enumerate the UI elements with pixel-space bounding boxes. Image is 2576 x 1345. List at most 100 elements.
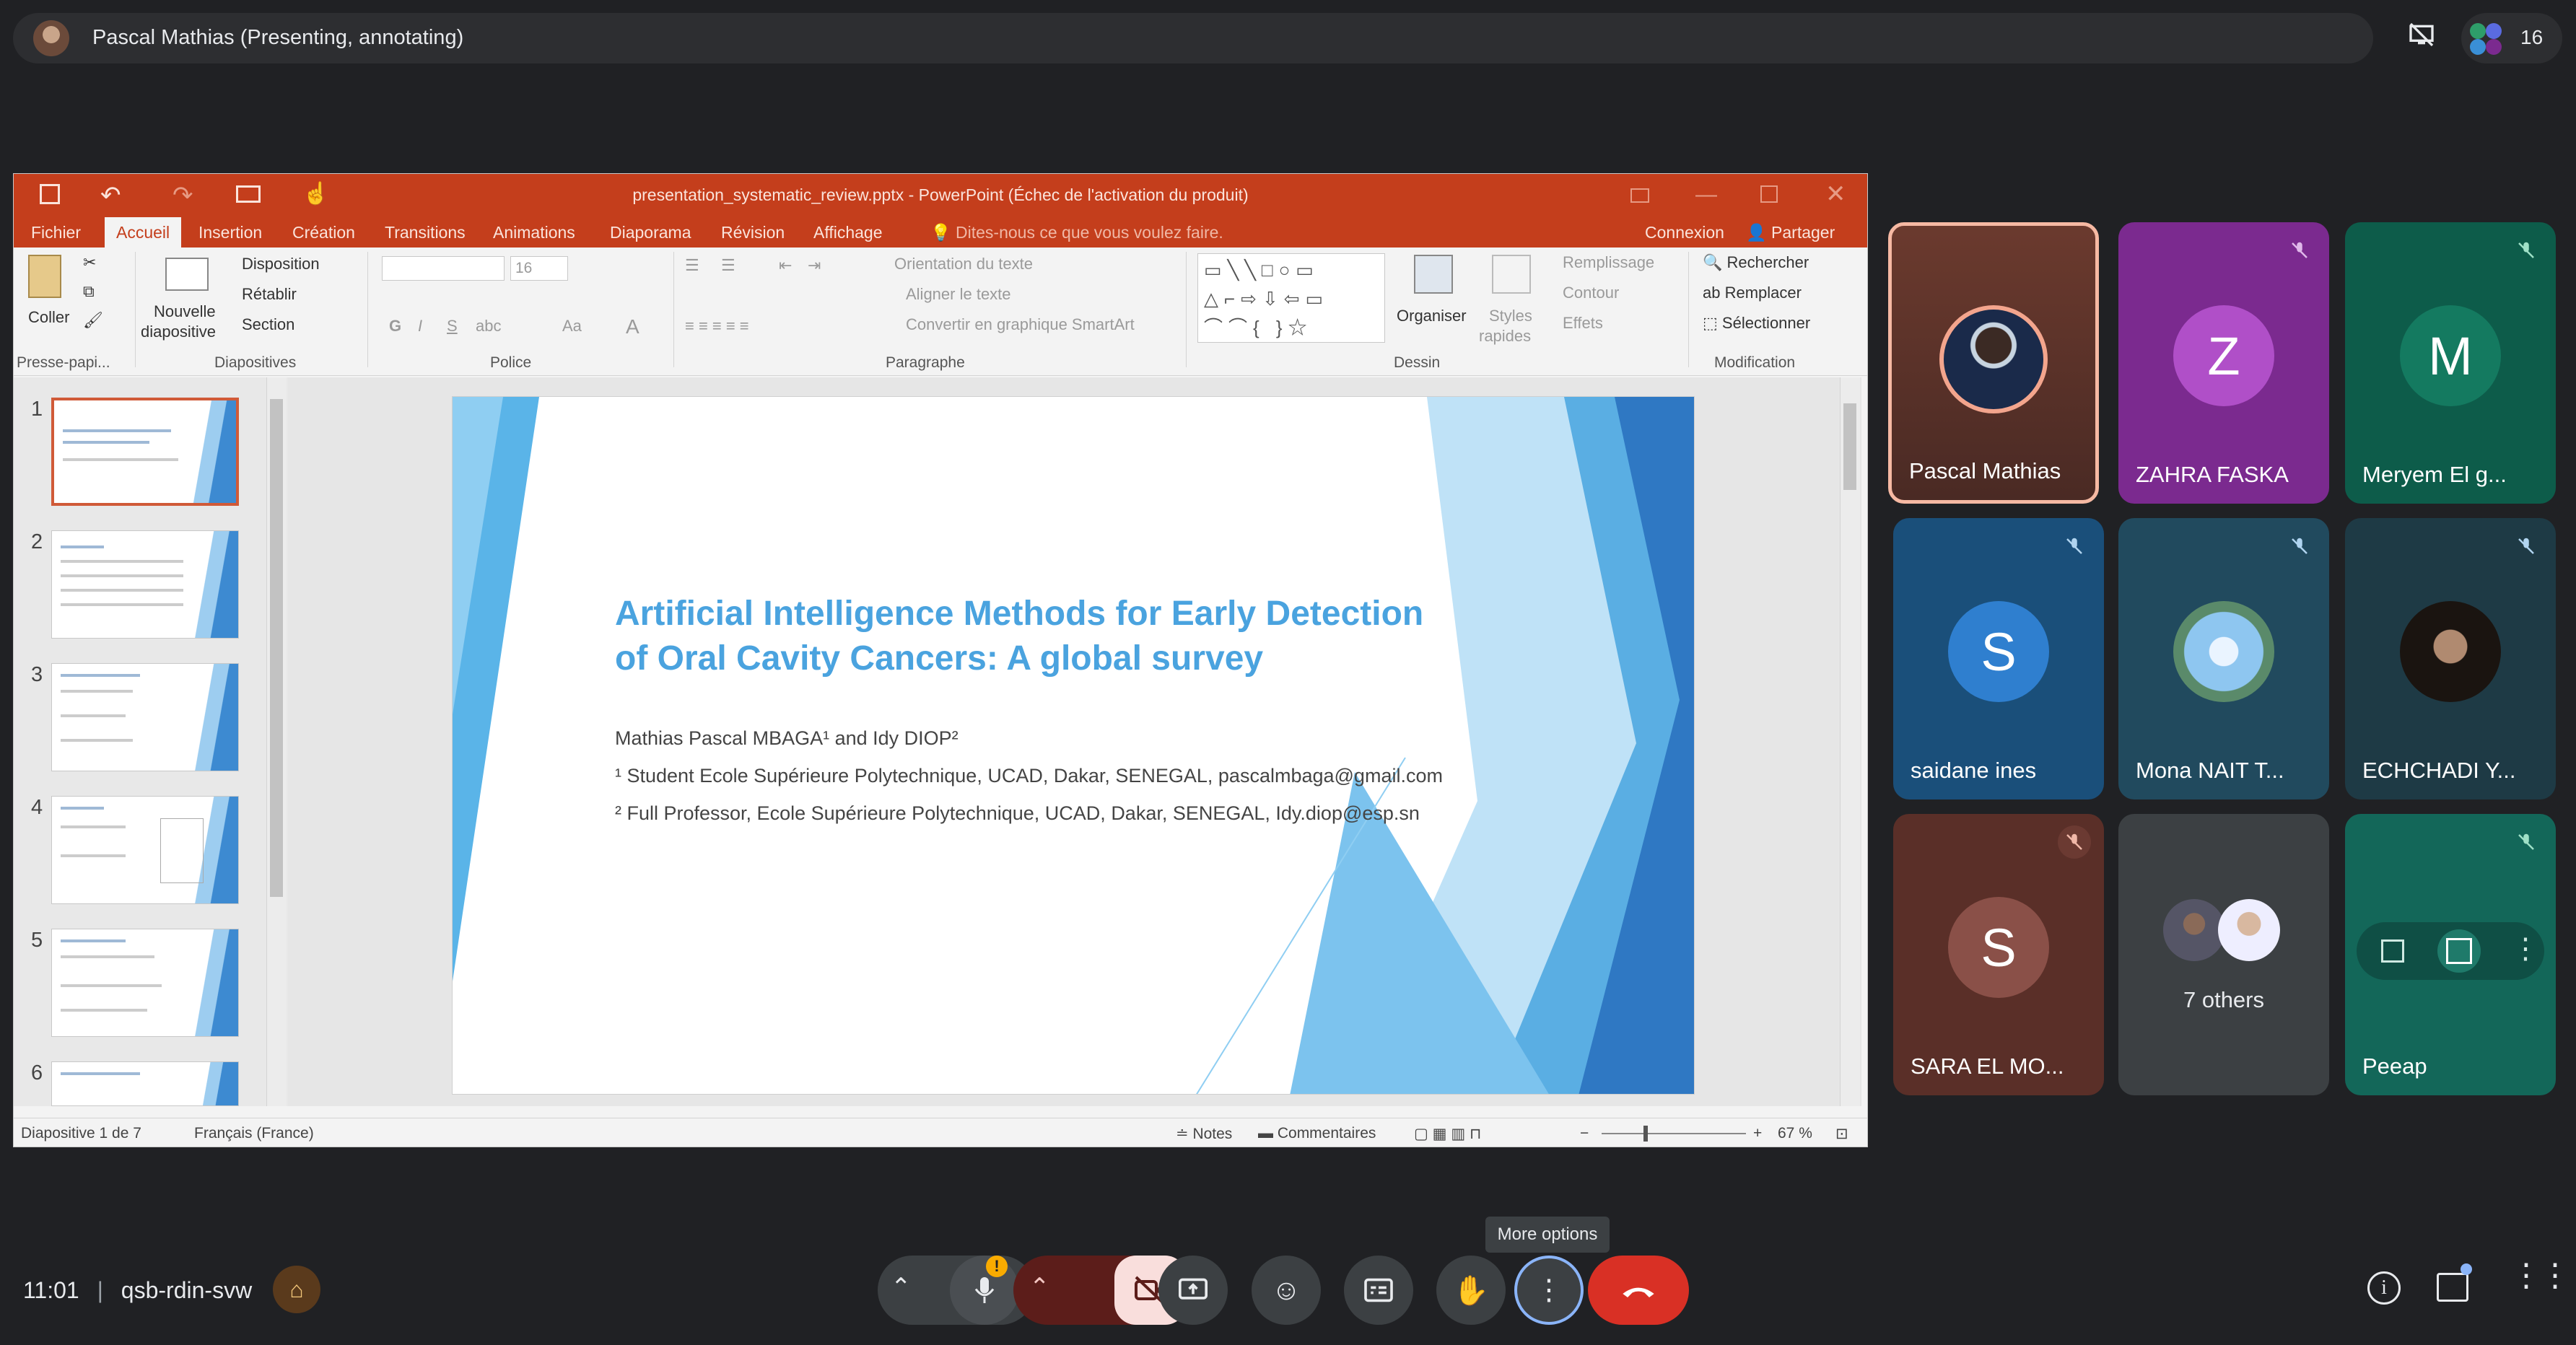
fit-slide-icon[interactable]: ⊡ (1835, 1125, 1848, 1143)
quick-styles-label-1[interactable]: Styles (1489, 307, 1532, 325)
scroll-thumb[interactable] (1843, 403, 1856, 490)
reset-button[interactable]: Rétablir (242, 285, 297, 304)
current-slide[interactable]: Artificial Intelligence Methods for Earl… (452, 396, 1695, 1095)
indent-icon[interactable]: ⇤ (779, 256, 792, 275)
tab-creation[interactable]: Création (292, 223, 355, 242)
scroll-thumb[interactable] (270, 399, 283, 897)
find-button[interactable]: 🔍 Rechercher (1703, 253, 1809, 272)
shapes-gallery[interactable]: ▭╲╲□○▭ △⌐⇨⇩⇦▭ ⌒⌒{ }☆ (1197, 253, 1385, 343)
language-indicator[interactable]: Français (France) (194, 1125, 314, 1142)
bold-button[interactable]: G (389, 317, 401, 336)
layout-button[interactable]: Disposition (242, 255, 320, 273)
tell-me-input[interactable]: 💡 Dites-nous ce que vous voulez faire. (930, 223, 1223, 242)
quick-styles-icon[interactable] (1492, 255, 1531, 294)
present-button[interactable] (1158, 1256, 1228, 1325)
tab-revision[interactable]: Révision (721, 223, 785, 242)
ribbon-options-icon[interactable] (1630, 188, 1649, 203)
participant-tile[interactable]: ECHCHADI Y... (2345, 518, 2556, 799)
participant-tile[interactable]: Pascal Mathias (1888, 222, 2099, 504)
reactions-button[interactable]: ☺ (1252, 1256, 1321, 1325)
tab-insertion[interactable]: Insertion (198, 223, 262, 242)
slide-thumbnail-4[interactable] (51, 796, 239, 904)
thumbnails-scrollbar[interactable] (266, 377, 287, 1106)
strike-button[interactable]: abc (476, 317, 501, 336)
comments-button[interactable]: ▬ Commentaires (1258, 1125, 1376, 1142)
info-icon[interactable]: i (2367, 1271, 2401, 1305)
bullets-icon[interactable]: ☰ (685, 256, 699, 275)
frame-icon[interactable] (2381, 939, 2404, 963)
zoom-level[interactable]: 67 % (1778, 1125, 1812, 1142)
participant-tile[interactable]: Z ZAHRA FASKA (2118, 222, 2329, 504)
new-slide-label-1[interactable]: Nouvelle (154, 302, 216, 321)
arrange-button[interactable]: Organiser (1397, 307, 1467, 325)
door-icon[interactable]: ⌂ (273, 1266, 320, 1313)
font-color-button[interactable]: A (626, 315, 639, 338)
format-painter-icon[interactable]: 🖌 (83, 311, 103, 330)
participant-tile[interactable]: M Meryem El g... (2345, 222, 2556, 504)
tab-diaporama[interactable]: Diaporama (610, 223, 691, 242)
hide-presentation-icon[interactable] (2400, 13, 2443, 56)
slide-thumbnail-1[interactable] (51, 398, 239, 506)
change-case-button[interactable]: Aa (562, 317, 582, 336)
copy-icon[interactable]: ⧉ (83, 282, 95, 301)
participant-tile[interactable]: S saidane ines (1893, 518, 2104, 799)
participant-tile-others[interactable]: 7 others (2118, 814, 2329, 1095)
new-slide-icon[interactable] (165, 258, 209, 291)
cut-icon[interactable]: ✂ (83, 253, 96, 272)
zoom-slider[interactable] (1602, 1133, 1746, 1134)
text-direction-button[interactable]: Orientation du texte (894, 255, 1033, 273)
sign-in-link[interactable]: Connexion (1645, 223, 1724, 242)
arrange-icon[interactable] (1414, 255, 1453, 294)
paste-button[interactable]: Coller (28, 308, 69, 327)
tab-accueil[interactable]: Accueil (105, 217, 182, 247)
maximize-icon[interactable] (1760, 185, 1778, 203)
paste-icon[interactable] (28, 255, 61, 298)
shape-effects-button[interactable]: Effets (1563, 314, 1603, 333)
italic-button[interactable]: I (418, 317, 422, 336)
activities-grid-icon[interactable]: ⋮⋮⋮ (2510, 1260, 2576, 1292)
zoom-slider-handle[interactable] (1643, 1126, 1648, 1142)
raise-hand-button[interactable]: ✋ (1436, 1256, 1506, 1325)
leave-call-button[interactable] (1588, 1256, 1689, 1325)
shape-outline-button[interactable]: Contour (1563, 284, 1619, 302)
slide-thumbnail-5[interactable] (51, 929, 239, 1037)
slide-thumbnail-6[interactable] (51, 1061, 239, 1106)
captions-button[interactable] (1344, 1256, 1413, 1325)
tab-transitions[interactable]: Transitions (385, 223, 466, 242)
participant-tile[interactable]: Mona NAIT T... (2118, 518, 2329, 799)
slide-thumbnail-3[interactable] (51, 663, 239, 771)
new-slide-label-2[interactable]: diapositive (141, 323, 216, 341)
align-icons[interactable]: ≡ ≡ ≡ ≡ ≡ (685, 317, 749, 336)
numbering-icon[interactable]: ☰ (721, 256, 735, 275)
align-text-button[interactable]: Aligner le texte (906, 285, 1011, 304)
close-icon[interactable]: ✕ (1825, 180, 1846, 209)
participants-button[interactable]: 16 (2461, 13, 2562, 63)
section-button[interactable]: Section (242, 315, 294, 334)
view-buttons[interactable]: ▢ ▦ ▥ ⊓ (1414, 1125, 1481, 1143)
slide-thumbnail-2[interactable] (51, 530, 239, 639)
chevron-up-icon[interactable]: ⌃ (891, 1273, 912, 1302)
font-size-input[interactable]: 16 (510, 256, 568, 281)
outdent-icon[interactable]: ⇥ (808, 256, 821, 275)
underline-button[interactable]: S (447, 317, 458, 336)
mic-button[interactable] (950, 1256, 1019, 1325)
chat-icon[interactable] (2437, 1263, 2472, 1302)
select-button[interactable]: ⬚ Sélectionner (1703, 314, 1810, 333)
tab-animations[interactable]: Animations (493, 223, 575, 242)
participant-tile[interactable]: S SARA EL MO... (1893, 814, 2104, 1095)
replace-button[interactable]: ab Remplacer (1703, 284, 1802, 302)
more-vert-icon[interactable]: ⋮ (2511, 931, 2540, 967)
tab-affichage[interactable]: Affichage (813, 223, 882, 242)
smartart-button[interactable]: Convertir en graphique SmartArt (906, 315, 1135, 334)
zoom-out-button[interactable]: − (1580, 1125, 1589, 1142)
zoom-in-button[interactable]: + (1753, 1125, 1762, 1142)
more-options-button[interactable]: ⋮ (1514, 1256, 1584, 1325)
chevron-up-icon[interactable]: ⌃ (1029, 1273, 1050, 1302)
shape-fill-button[interactable]: Remplissage (1563, 253, 1654, 272)
canvas-scrollbar[interactable] (1840, 377, 1860, 1106)
minimize-icon[interactable]: — (1695, 183, 1717, 207)
notes-button[interactable]: ≐ Notes (1176, 1125, 1232, 1143)
share-button[interactable]: 👤 Partager (1746, 223, 1835, 242)
quick-styles-label-2[interactable]: rapides (1479, 327, 1531, 346)
participant-tile[interactable]: ⋮ Peeap (2345, 814, 2556, 1095)
